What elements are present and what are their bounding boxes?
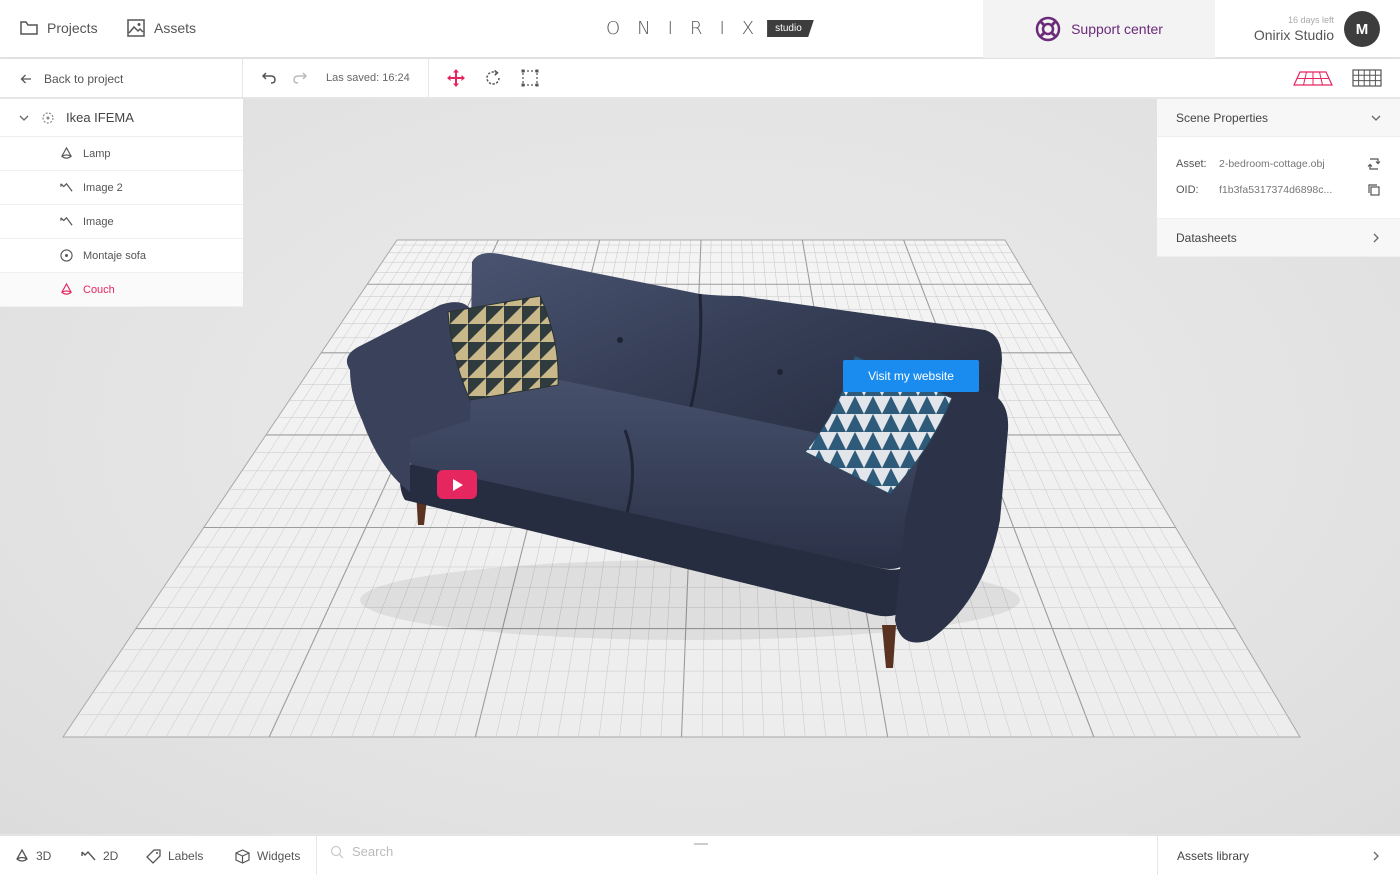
folder-icon [20,21,38,35]
top-header: Projects Assets ONIRIX studio Support ce… [0,0,1400,58]
logo-badge: studio [767,20,814,37]
properties-panel: Scene Properties Asset: 2-bedroom-cottag… [1157,99,1400,257]
tree-item-label: Lamp [83,147,111,160]
redo-icon[interactable] [290,68,310,88]
scene-properties-body: Asset: 2-bedroom-cottage.obj OID: f1b3fa… [1157,137,1400,219]
cone-icon [61,147,72,159]
back-to-project-button[interactable]: Back to project [0,59,243,98]
user-name: Onirix Studio [1253,27,1334,43]
tab-2d-label: 2D [103,849,119,863]
chevron-down-icon[interactable] [1370,112,1382,124]
tree-item-montaje-sofa[interactable]: Montaje sofa [0,239,243,273]
chevron-right-icon[interactable] [1370,232,1382,244]
chevron-right-icon [1373,851,1379,861]
tab-widgets[interactable]: Widgets [235,836,300,875]
scene-tree: Ikea IFEMA Lamp Image 2 Image Montaje so… [0,99,243,307]
arrow-left-icon [20,74,31,83]
cube-icon [235,848,250,864]
scene-target-icon [42,111,54,124]
tag-icon [146,848,161,864]
assets-library-button[interactable]: Assets library [1157,836,1400,875]
search-icon [330,845,344,858]
tree-item-label: Montaje sofa [83,249,146,262]
oid-key: OID: [1176,184,1199,196]
trial-days-left: 16 days left [1287,15,1334,25]
perspective-grid-icon[interactable] [1293,68,1333,88]
tree-root-label: Ikea IFEMA [66,110,134,125]
tab-3d[interactable]: 3D [15,836,51,875]
editor-toolbar: Back to project Las saved: 16:24 [0,59,1400,98]
sofa-legs [416,490,896,668]
support-center-label: Support center [1071,21,1163,37]
bottom-divider [316,836,317,875]
image-2d-icon [81,850,96,861]
tab-labels[interactable]: Labels [146,836,203,875]
sofa-backrest [470,253,1002,470]
undo-icon[interactable] [259,68,279,88]
bottom-bar: 3D 2D Labels Widgets Assets library [0,835,1400,875]
search-box[interactable] [330,844,652,859]
image-2d-icon [60,182,73,192]
tab-3d-label: 3D [36,849,52,863]
floor-grid [62,239,1301,738]
panel-drag-handle[interactable] [694,843,708,845]
cone-icon [16,849,28,862]
asset-value: 2-bedroom-cottage.obj [1219,158,1325,170]
nav-assets[interactable]: Assets [126,18,196,38]
nav-assets-label: Assets [154,20,197,36]
nav-projects-label: Projects [47,20,98,36]
flat-grid-icon[interactable] [1352,68,1382,88]
play-circle-icon [60,249,73,262]
search-input[interactable] [352,844,652,859]
tab-2d[interactable]: 2D [81,836,118,875]
oid-value: f1b3fa5317374d6898c... [1219,184,1333,196]
move-tool-icon[interactable] [446,68,466,88]
datasheets-header[interactable]: Datasheets [1157,219,1400,257]
image-icon [127,19,145,37]
onirix-logo: ONIRIX studio [606,18,814,39]
nav-projects[interactable]: Projects [19,18,98,38]
tree-root-ikea-ifema[interactable]: Ikea IFEMA [0,99,243,137]
sofa-right-arm [895,390,1009,643]
oid-row: OID: f1b3fa5317374d6898c... [1176,177,1381,203]
cone-icon [61,283,72,295]
tree-item-image[interactable]: Image [0,205,243,239]
assets-library-label: Assets library [1177,849,1250,863]
scene-properties-title: Scene Properties [1176,110,1269,125]
logo-text: ONIRIX [606,18,772,39]
tree-item-label: Image [83,215,114,228]
tree-item-lamp[interactable]: Lamp [0,137,243,171]
sofa-seat [400,380,929,569]
tree-item-couch[interactable]: Couch [0,273,243,307]
asset-row: Asset: 2-bedroom-cottage.obj [1176,151,1381,177]
asset-key: Asset: [1176,158,1207,170]
image-2d-icon [60,216,73,226]
avatar[interactable]: M [1344,11,1380,47]
copy-icon[interactable] [1365,183,1381,197]
datasheets-title: Datasheets [1176,230,1237,245]
youtube-play-icon[interactable] [437,470,477,499]
back-to-project-label: Back to project [44,71,124,86]
lifebuoy-icon [1035,16,1061,42]
tab-labels-label: Labels [168,849,204,863]
last-saved-status: Las saved: 16:24 [326,72,410,84]
visit-website-button[interactable]: Visit my website [843,360,979,392]
tree-item-image-2[interactable]: Image 2 [0,171,243,205]
tree-item-label: Image 2 [83,181,123,194]
tree-item-label: Couch [83,283,115,296]
toolbar-divider [428,59,429,98]
pillow-left [447,295,559,401]
chevron-down-icon[interactable] [18,112,30,124]
tab-widgets-label: Widgets [257,849,301,863]
rotate-tool-icon[interactable] [483,68,503,88]
user-menu[interactable]: 16 days left Onirix Studio M [1254,11,1380,47]
pillow-right [804,355,953,495]
scale-tool-icon[interactable] [520,68,540,88]
replace-asset-icon[interactable] [1365,157,1381,171]
support-center-button[interactable]: Support center [983,0,1215,58]
scene-properties-header[interactable]: Scene Properties [1157,99,1400,137]
sofa-left-arm [346,302,475,492]
